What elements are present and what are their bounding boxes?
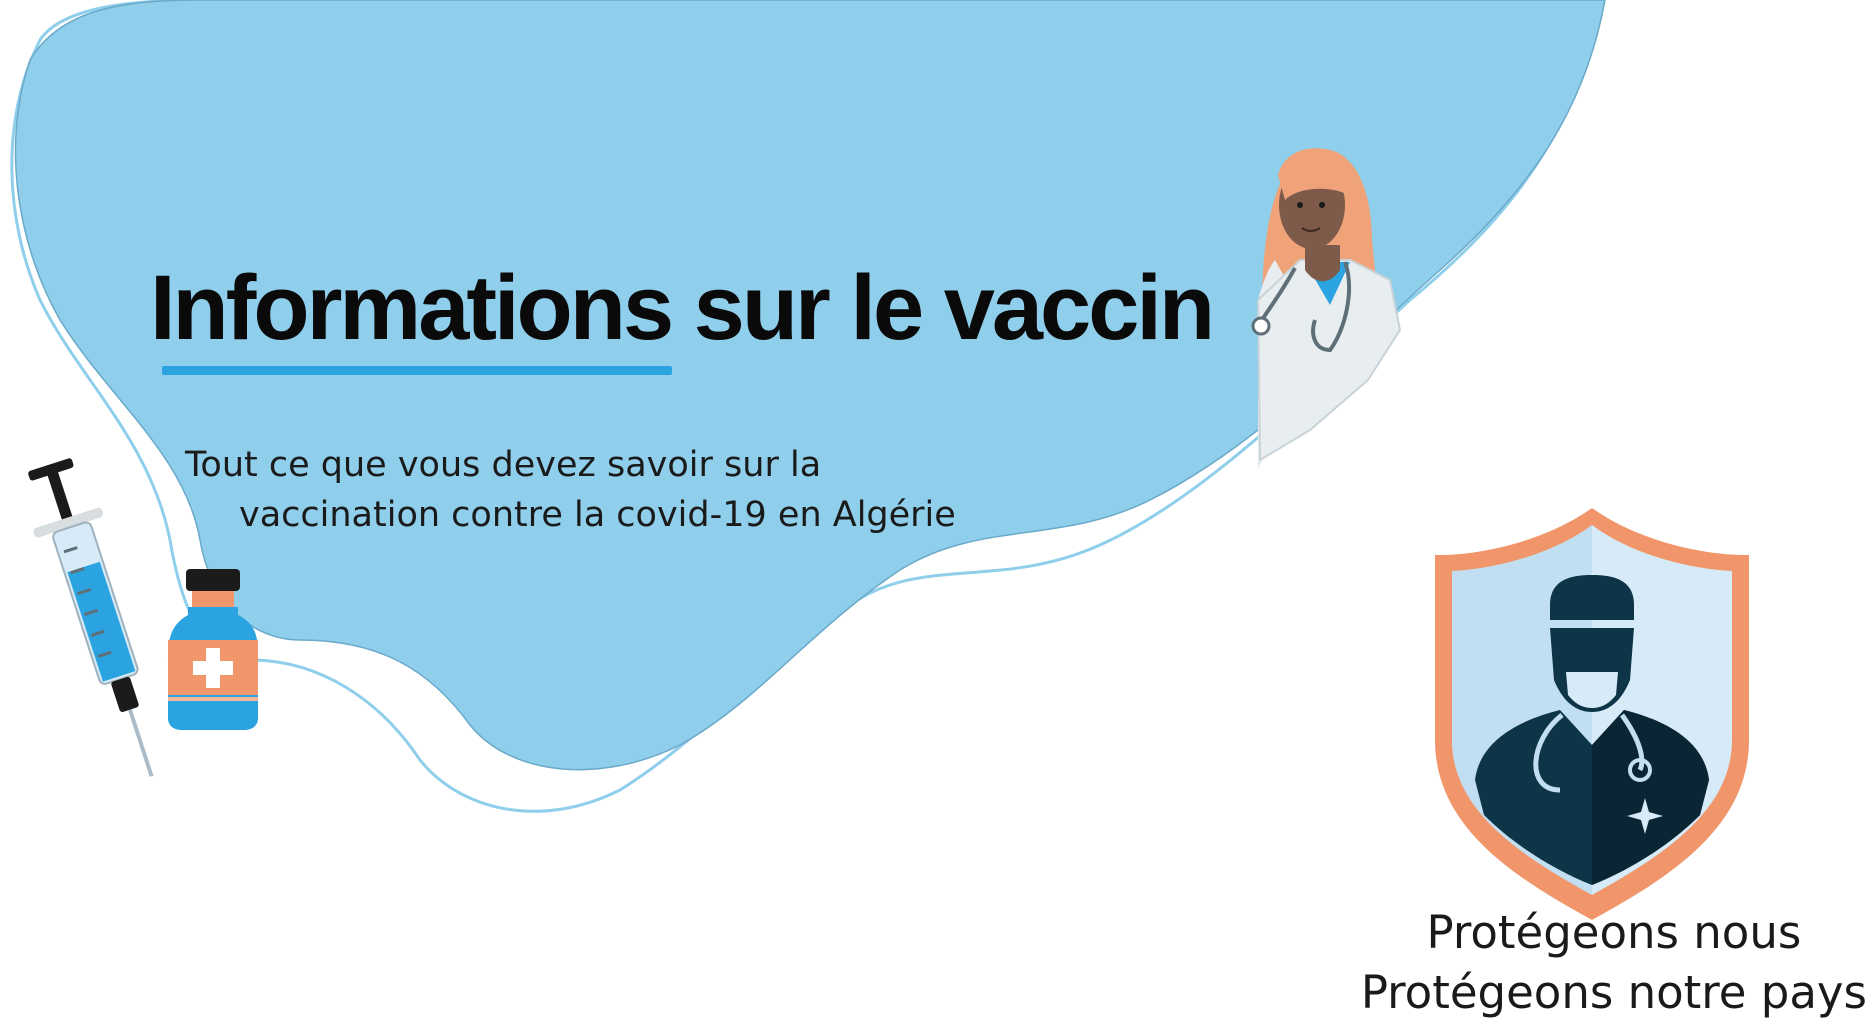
shield-icon	[1435, 508, 1749, 920]
page-title: Informations sur le vaccin	[150, 257, 1215, 359]
slogan-line-2: Protégeons notre pays	[1360, 966, 1867, 1019]
slogan-line-1: Protégeons nous	[1426, 906, 1802, 959]
page-subtitle: Tout ce que vous devez savoir sur la vac…	[185, 440, 956, 540]
slogan: Protégeons nous Protégeons notre pays	[1361, 903, 1867, 1023]
subtitle-line-1: Tout ce que vous devez savoir sur la	[185, 445, 822, 485]
subtitle-line-2: vaccination contre la covid-19 en Algéri…	[239, 495, 956, 535]
title-underline	[162, 366, 672, 375]
